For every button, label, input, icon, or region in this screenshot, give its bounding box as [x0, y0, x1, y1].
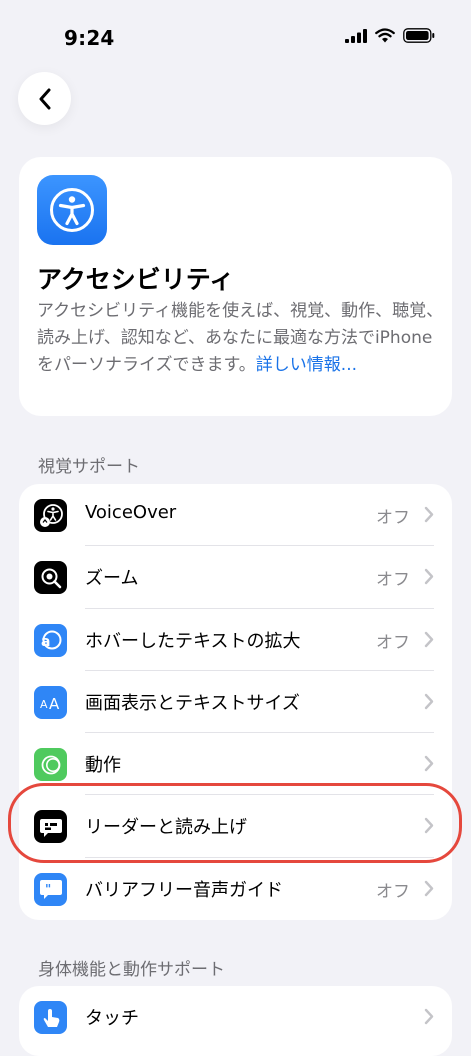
back-button[interactable] [18, 72, 71, 125]
section-header-vision: 視覚サポート [38, 457, 140, 477]
row-audio-descriptions[interactable]: " バリアフリー音声ガイド オフ [19, 858, 452, 920]
status-time: 9:24 [64, 26, 115, 50]
hover-text-icon: a [34, 623, 67, 657]
chevron-right-icon [424, 569, 434, 585]
row-label: 動作 [85, 755, 121, 777]
section-header-physical: 身体機能と動作サポート [38, 960, 225, 980]
accessibility-header-card: アクセシビリティ アクセシビリティ機能を使えば、視覚、動作、聴覚、読み上げ、認知… [19, 157, 452, 416]
svg-text:a: a [41, 634, 50, 650]
zoom-icon [34, 561, 67, 595]
chevron-right-icon [424, 693, 434, 710]
battery-icon [403, 28, 435, 43]
header-description: アクセシビリティ機能を使えば、視覚、動作、聴覚、読み上げ、認知など、あなたに最適… [37, 298, 445, 379]
physical-settings-group: タッチ [19, 986, 452, 1056]
svg-text:A: A [40, 698, 48, 711]
row-label: 画面表示とテキストサイズ [85, 692, 300, 714]
row-label: ホバーしたテキストの拡大 [85, 630, 301, 652]
description-text: アクセシビリティ機能を使えば、視覚、動作、聴覚、読み上げ、認知など、あなたに最適… [37, 301, 444, 375]
touch-icon [34, 1001, 67, 1034]
chevron-right-icon [424, 880, 434, 896]
row-label: ズーム [85, 568, 139, 590]
row-display-text-size[interactable]: A A 画面表示とテキストサイズ [19, 671, 452, 734]
signal-icon [345, 28, 367, 43]
chevron-right-icon [424, 506, 434, 523]
row-label: バリアフリー音声ガイド [85, 879, 283, 901]
row-value: オフ [376, 881, 410, 902]
voiceover-icon [34, 499, 67, 532]
status-bar: 9:24 [0, 0, 471, 72]
highlight-annotation [8, 783, 462, 863]
chevron-left-icon [39, 88, 50, 109]
text-size-icon: A A [34, 685, 67, 719]
page-title: アクセシビリティ [37, 265, 235, 294]
accessibility-app-icon [37, 175, 107, 245]
row-value: オフ [376, 508, 410, 528]
chevron-right-icon [424, 755, 434, 772]
chevron-right-icon [424, 631, 434, 647]
row-value: オフ [376, 570, 410, 591]
motion-icon [34, 748, 67, 782]
svg-text:A: A [49, 695, 60, 713]
row-value: オフ [376, 632, 410, 653]
svg-text:": " [45, 882, 51, 896]
learn-more-link[interactable]: 詳しい情報... [256, 355, 357, 375]
wifi-icon [375, 28, 395, 43]
row-voiceover[interactable]: VoiceOver オフ [19, 484, 452, 547]
row-label: タッチ [85, 1008, 139, 1029]
chevron-right-icon [424, 1008, 434, 1025]
row-touch[interactable]: タッチ [19, 986, 452, 1048]
row-hover-text[interactable]: a ホバーしたテキストの拡大 オフ [19, 609, 452, 671]
audio-description-icon: " [34, 872, 67, 906]
row-zoom[interactable]: ズーム オフ [19, 546, 452, 609]
row-label: VoiceOver [85, 502, 177, 523]
